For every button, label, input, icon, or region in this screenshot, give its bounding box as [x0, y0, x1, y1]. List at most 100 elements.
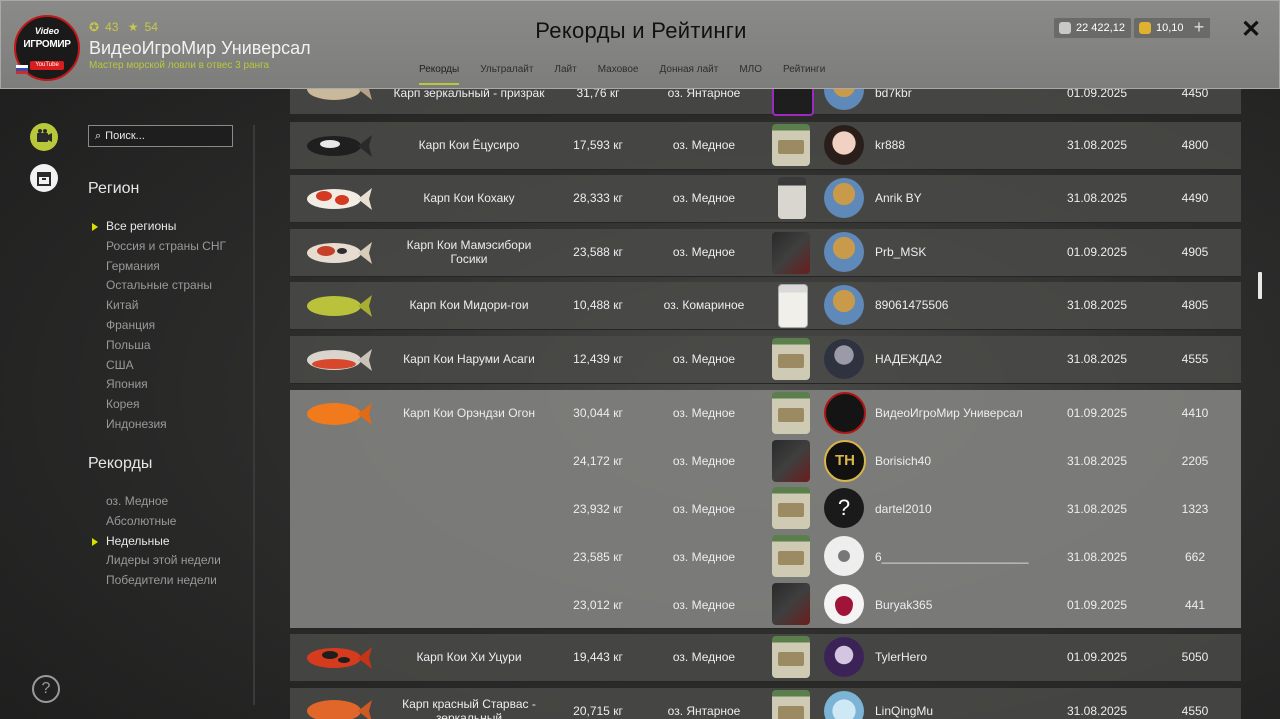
records-week-winners[interactable]: Победители недели	[106, 571, 221, 591]
player-avatar[interactable]	[824, 339, 864, 379]
records-lake[interactable]: оз. Медное	[106, 492, 221, 512]
bait-jar-icon[interactable]	[772, 535, 810, 577]
records-absolute[interactable]: Абсолютные	[106, 512, 221, 532]
table-row[interactable]: Карп Кои Мамэсибори Госики 23,588 кг оз.…	[290, 229, 1241, 277]
tab-ratings[interactable]: Рейтинги	[783, 64, 825, 85]
scrollbar-thumb[interactable]	[1258, 272, 1262, 299]
lake-name: оз. Медное	[672, 550, 736, 564]
fish-name: Карп Кои Хи Уцури	[416, 650, 522, 664]
table-row[interactable]: Карп Кои Мидори-гои 10,488 кг оз. Комари…	[290, 282, 1241, 330]
table-row[interactable]: Карп Кои Кохаку 28,333 кг оз. Медное Anr…	[290, 175, 1241, 223]
player-avatar[interactable]	[824, 691, 864, 719]
record-date: 31.08.2025	[1066, 704, 1128, 718]
record-score: 4410	[1181, 406, 1209, 420]
bait-jar-icon[interactable]	[772, 392, 810, 434]
player-name[interactable]: 89061475506	[875, 298, 948, 312]
tab-mlo[interactable]: МЛО	[739, 64, 762, 85]
player-avatar[interactable]	[824, 536, 864, 576]
record-date: 31.08.2025	[1066, 352, 1128, 366]
record-date: 31.08.2025	[1066, 550, 1128, 564]
record-score: 5050	[1181, 650, 1209, 664]
fish-weight: 30,044 кг	[573, 406, 623, 420]
close-button[interactable]: ✕	[1241, 15, 1261, 44]
player-avatar[interactable]	[824, 584, 864, 624]
unknown-avatar-icon[interactable]: ?	[824, 488, 864, 528]
region-japan[interactable]: Япония	[106, 375, 226, 395]
player-name[interactable]: kr888	[875, 138, 905, 152]
add-currency-button[interactable]: +	[1188, 18, 1210, 38]
fish-weight: 28,333 кг	[573, 191, 623, 205]
player-name[interactable]: Borisich40	[875, 454, 931, 468]
region-china[interactable]: Китай	[106, 296, 226, 316]
table-row[interactable]: Карп Кои Наруми Асаги 12,439 кг оз. Медн…	[290, 336, 1241, 384]
koi-midorigoi-icon	[307, 295, 372, 317]
search-input[interactable]: ⌕ Поиск...	[88, 125, 233, 147]
player-avatar[interactable]	[824, 392, 866, 434]
bait-jar-icon[interactable]	[772, 690, 810, 719]
fish-name: Карп красный Старвас - зеркальный	[402, 697, 536, 719]
bait-jar-icon[interactable]	[772, 124, 810, 166]
bait-pack-icon[interactable]	[772, 583, 810, 625]
tab-float[interactable]: Маховое	[598, 64, 639, 85]
player-name[interactable]: LinQingMu	[875, 704, 933, 718]
region-all[interactable]: Все регионы	[92, 217, 226, 237]
archive-icon[interactable]	[30, 164, 58, 192]
player-name[interactable]: Prb_MSK	[875, 245, 926, 259]
tab-ultralight[interactable]: Ультралайт	[480, 64, 533, 85]
player-avatar[interactable]	[824, 285, 864, 325]
koi-orenji-ogon-icon	[307, 403, 372, 425]
table-row[interactable]: Карп Кои Ёцусиро 17,593 кг оз. Медное kr…	[290, 122, 1241, 170]
fish-weight: 23,932 кг	[573, 502, 623, 516]
player-avatar[interactable]	[824, 637, 864, 677]
player-name[interactable]: НАДЕЖДА2	[875, 352, 942, 366]
player-avatar[interactable]: TH	[824, 440, 866, 482]
silver-coin-icon	[1059, 22, 1071, 34]
region-germany[interactable]: Германия	[106, 257, 226, 277]
player-name[interactable]: Buryak365	[875, 598, 932, 612]
region-russia-cis[interactable]: Россия и страны СНГ	[106, 237, 226, 257]
tab-bar: Рекорды Ультралайт Лайт Маховое Донная л…	[419, 64, 846, 85]
tab-bottom-light[interactable]: Донная лайт	[660, 64, 719, 85]
region-indonesia[interactable]: Индонезия	[106, 415, 226, 435]
record-date: 31.08.2025	[1066, 502, 1128, 516]
records-weekly[interactable]: Недельные	[92, 532, 221, 552]
camera-icon[interactable]	[30, 123, 58, 151]
koi-hi-utsuri-icon	[307, 647, 372, 669]
tab-light[interactable]: Лайт	[554, 64, 576, 85]
red-starvas-carp-icon	[307, 700, 372, 719]
region-other[interactable]: Остальные страны	[106, 276, 226, 296]
player-avatar[interactable]	[824, 232, 864, 272]
player-name[interactable]: ВидеоИгроМир Универсал	[875, 406, 1023, 420]
records-list: оз. Медное Абсолютные Недельные Лидеры э…	[92, 492, 221, 591]
record-score: 4905	[1181, 245, 1209, 259]
player-avatar[interactable]	[824, 178, 864, 218]
help-button[interactable]: ?	[32, 675, 60, 703]
fish-weight: 23,588 кг	[573, 245, 623, 259]
table-row[interactable]: Карп Кои Хи Уцури 19,443 кг оз. Медное T…	[290, 634, 1241, 682]
russia-flag-icon	[16, 65, 28, 74]
bait-jar-icon[interactable]	[772, 636, 810, 678]
player-name[interactable]: Anrik BY	[875, 191, 922, 205]
tab-records[interactable]: Рекорды	[419, 64, 460, 85]
bait-pack-icon[interactable]	[772, 232, 810, 274]
region-france[interactable]: Франция	[106, 316, 226, 336]
bait-jar-icon[interactable]	[778, 284, 808, 328]
table-row[interactable]: Карп красный Старвас - зеркальный 20,715…	[290, 688, 1241, 719]
record-date: 31.08.2025	[1066, 191, 1128, 205]
player-name[interactable]: TylerHero	[875, 650, 927, 664]
highlighted-record-group[interactable]: Карп Кои Орэндзи Огон 30,044 кг оз. Медн…	[290, 390, 1241, 629]
bait-bottle-icon[interactable]	[778, 177, 806, 219]
avatar-badge: YouTube	[30, 61, 64, 70]
player-avatar[interactable]	[824, 125, 864, 165]
bait-pack-icon[interactable]	[772, 440, 810, 482]
region-korea[interactable]: Корея	[106, 395, 226, 415]
record-date: 31.08.2025	[1066, 454, 1128, 468]
region-poland[interactable]: Польша	[106, 336, 226, 356]
bait-jar-icon[interactable]	[772, 487, 810, 529]
region-usa[interactable]: США	[106, 356, 226, 376]
records-week-leaders[interactable]: Лидеры этой недели	[106, 551, 221, 571]
player-name[interactable]: dartel2010	[875, 502, 932, 516]
player-name[interactable]: 6______________________	[875, 550, 1029, 564]
lake-name: оз. Медное	[672, 454, 736, 468]
bait-jar-icon[interactable]	[772, 338, 810, 380]
